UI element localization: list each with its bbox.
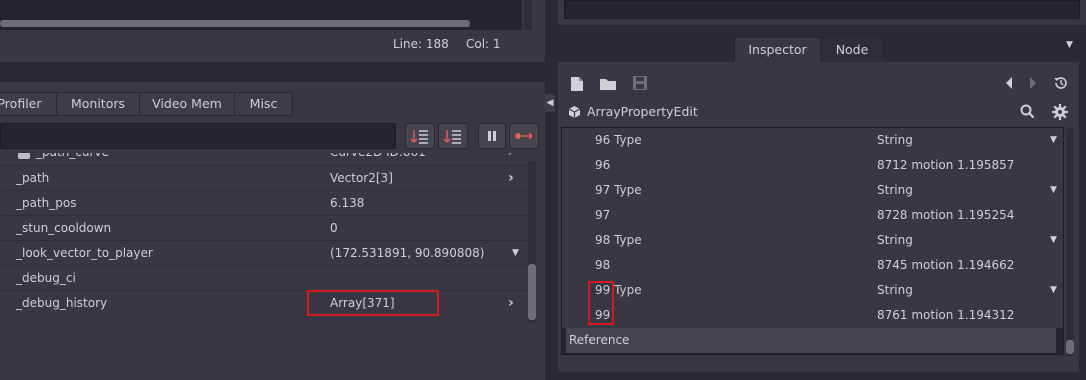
array-value[interactable]: 8761 motion 1.194312 — [877, 303, 1014, 328]
vertical-scrollbar-track[interactable] — [524, 0, 532, 30]
inspector-scrollbar[interactable] — [1066, 128, 1074, 356]
list-item[interactable]: _path_curve Curve2D ID:861 › — [0, 153, 528, 165]
array-key: 96 — [595, 158, 611, 172]
cube-icon — [568, 105, 581, 119]
tab-profiler[interactable]: Profiler — [0, 92, 57, 116]
search-icon[interactable] — [1020, 104, 1035, 119]
property-name: _path — [16, 171, 50, 185]
pause-icon — [479, 124, 505, 148]
array-key: 97 Type — [595, 183, 642, 197]
property-value[interactable]: (172.531891, 90.890808) — [330, 241, 484, 266]
list-item[interactable]: _debug_ci — [0, 265, 528, 291]
dropdown-arrow-icon[interactable]: ▼ — [1050, 178, 1057, 203]
top-right-panel — [558, 0, 1086, 25]
list-item[interactable]: _debug_history Array[371] › — [0, 290, 528, 316]
continue-icon — [510, 124, 538, 148]
reference-label: Reference — [569, 333, 630, 347]
history-back-icon[interactable] — [1004, 76, 1014, 90]
gear-icon[interactable] — [1052, 104, 1068, 120]
save-icon[interactable] — [633, 76, 647, 90]
top-right-content — [564, 0, 1080, 19]
inspector-panel: ArrayPropertyEdit 96 Type String ▼ 96 87… — [558, 62, 1079, 372]
dropdown-arrow-icon[interactable]: ▼ — [1050, 278, 1057, 303]
horizontal-scrollbar[interactable] — [0, 20, 470, 27]
tab-inspector[interactable]: Inspector — [734, 37, 821, 63]
continue-button[interactable] — [509, 123, 539, 149]
property-name: _stun_cooldown — [16, 221, 112, 235]
step-into-icon — [406, 124, 434, 148]
array-key: 98 — [595, 258, 611, 272]
object-history-icon[interactable] — [1053, 75, 1069, 91]
property-name: _debug_history — [16, 296, 108, 310]
chevron-right-icon[interactable]: › — [508, 291, 514, 316]
chevron-right-icon[interactable]: › — [508, 153, 513, 165]
debugger-tabs: Profiler Monitors Video Mem Misc — [0, 92, 545, 116]
property-value: Curve2D ID:861 — [330, 153, 426, 165]
list-item[interactable]: _look_vector_to_player (172.531891, 90.8… — [0, 240, 528, 266]
chevron-right-icon[interactable]: › — [508, 166, 514, 191]
tab-monitors[interactable]: Monitors — [56, 92, 140, 116]
dropdown-arrow-icon[interactable]: ▼ — [1050, 228, 1057, 253]
array-type-row[interactable]: 98 Type String ▼ — [562, 228, 1063, 253]
array-type-row[interactable]: 99 Type String ▼ — [562, 278, 1063, 303]
scrollbar-thumb[interactable] — [1066, 340, 1074, 354]
object-icon — [18, 153, 30, 159]
array-value[interactable]: 8745 motion 1.194662 — [877, 253, 1014, 278]
array-type-row[interactable]: 97 Type String ▼ — [562, 178, 1063, 203]
line-indicator: Line: 188 — [393, 37, 449, 51]
property-name: _path_pos — [16, 196, 77, 210]
debugger-input-field[interactable] — [0, 123, 396, 149]
array-key: 97 — [595, 208, 611, 222]
step-into-button[interactable] — [405, 123, 435, 149]
highlight-box — [588, 281, 614, 325]
new-file-icon[interactable] — [570, 76, 584, 92]
property-name: _debug_ci — [16, 271, 76, 285]
tab-video-mem[interactable]: Video Mem — [139, 92, 235, 116]
property-list: _path_curve Curve2D ID:861 › _path Vecto… — [0, 153, 528, 325]
array-value[interactable]: 8728 motion 1.195254 — [877, 203, 1014, 228]
array-value-row[interactable]: 96 8712 motion 1.195857 — [562, 153, 1063, 178]
array-value[interactable]: String — [877, 228, 913, 253]
array-value[interactable]: 8712 motion 1.195857 — [877, 153, 1014, 178]
history-forward-icon[interactable] — [1028, 76, 1038, 90]
inspector-tabs: Inspector Node — [734, 37, 904, 63]
script-editor-panel: Line: 188 Col: 1 — [0, 0, 545, 62]
array-value-row[interactable]: 99 8761 motion 1.194312 — [562, 303, 1063, 328]
tab-misc[interactable]: Misc — [234, 92, 293, 116]
list-item[interactable]: _path_pos 6.138 — [0, 190, 528, 216]
column-indicator: Col: 1 — [466, 37, 501, 51]
pause-button[interactable] — [478, 123, 506, 149]
collapse-dock-icon[interactable]: ◀ — [545, 94, 555, 112]
array-value-row[interactable]: 97 8728 motion 1.195254 — [562, 203, 1063, 228]
step-over-button[interactable] — [438, 123, 468, 149]
tab-node[interactable]: Node — [820, 37, 884, 63]
scrollbar-thumb[interactable] — [528, 264, 536, 320]
array-type-row[interactable]: 96 Type String ▼ — [562, 128, 1063, 153]
property-value[interactable]: 6.138 — [330, 191, 364, 216]
highlight-box — [307, 290, 439, 316]
property-list-scrollbar[interactable] — [528, 161, 536, 323]
array-key: 98 Type — [595, 233, 642, 247]
dropdown-arrow-icon[interactable]: ▼ — [1050, 128, 1057, 153]
inspector-property-list: 96 Type String ▼ 96 8712 motion 1.195857… — [561, 127, 1064, 355]
property-name: _path_curve — [36, 153, 109, 165]
array-value[interactable]: String — [877, 128, 913, 153]
array-value[interactable]: String — [877, 278, 913, 303]
open-folder-icon[interactable] — [599, 77, 617, 91]
property-value: Vector2[3] — [330, 171, 393, 185]
debugger-panel: Profiler Monitors Video Mem Misc _path V… — [0, 82, 545, 380]
dropdown-arrow-icon[interactable]: ▼ — [512, 241, 519, 266]
array-key: 96 Type — [595, 133, 642, 147]
property-value[interactable]: 0 — [330, 216, 338, 241]
reference-section[interactable]: Reference — [566, 328, 1056, 353]
list-item[interactable]: _stun_cooldown 0 — [0, 215, 528, 241]
array-value[interactable]: String — [877, 178, 913, 203]
dock-menu-icon[interactable]: ▼ — [1066, 40, 1073, 50]
array-value-row[interactable]: 98 8745 motion 1.194662 — [562, 253, 1063, 278]
object-name: ArrayPropertyEdit — [587, 104, 698, 119]
step-over-icon — [439, 124, 467, 148]
property-name: _look_vector_to_player — [16, 246, 153, 260]
list-item[interactable]: _path Vector2[3] › — [0, 165, 528, 191]
